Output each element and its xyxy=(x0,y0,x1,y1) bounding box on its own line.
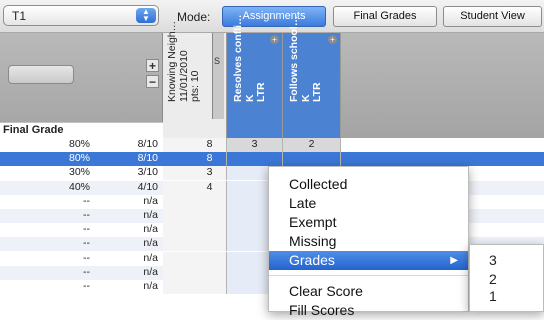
final-grade-fraction: 8/10 xyxy=(137,138,158,150)
menu-separator xyxy=(269,275,468,276)
score-cell[interactable]: 8 xyxy=(163,152,227,167)
final-grade-percent: -- xyxy=(83,280,90,292)
submenu-arrow-icon: ▶ xyxy=(450,255,458,266)
final-grade-percent: 30% xyxy=(68,166,90,179)
final-grade-percent: -- xyxy=(83,194,90,207)
final-grade-fraction: n/a xyxy=(143,280,158,292)
final-grade-percent: -- xyxy=(83,265,90,278)
add-column-icon[interactable]: + xyxy=(270,35,279,44)
final-grade-percent: -- xyxy=(83,251,90,264)
final-grade-percent: 40% xyxy=(68,180,90,193)
score-cell[interactable] xyxy=(163,223,227,238)
final-grade-fraction: n/a xyxy=(143,194,158,207)
final-grade-percent: -- xyxy=(83,209,90,221)
add-column-icon[interactable]: + xyxy=(328,35,337,44)
column-scale: LTR xyxy=(255,81,267,102)
column-points: pts: 10 xyxy=(189,69,201,102)
final-grade-fraction: n/a xyxy=(143,251,158,264)
final-grade-header: Final Grade xyxy=(0,122,163,138)
column-header-text: Knowing Neigh… 11/01/2010 pts: 10 xyxy=(166,20,202,102)
final-grade-fraction: 3/10 xyxy=(137,166,158,179)
final-grade-fraction: n/a xyxy=(143,209,158,221)
score-cell[interactable] xyxy=(163,280,227,294)
context-menu: Collected Late Exempt Missing Grades ▶ C… xyxy=(268,166,469,318)
submenu-item-1[interactable]: 1 xyxy=(470,287,543,306)
score-cell[interactable]: 3 xyxy=(227,138,283,152)
column-header-text: Follows school… K LTR xyxy=(288,15,324,102)
submenu-item-3[interactable]: 3 xyxy=(470,251,543,270)
final-grade-percent: -- xyxy=(83,237,90,250)
slider-label: S xyxy=(214,56,221,66)
score-cell[interactable] xyxy=(163,194,227,209)
column-header-resolves-conflict[interactable]: Resolves confli… K LTR + xyxy=(227,14,283,138)
final-grade-fraction: n/a xyxy=(143,223,158,236)
score-cell[interactable]: 8 xyxy=(163,138,227,152)
mode-final-grades-button[interactable]: Final Grades xyxy=(333,6,437,27)
chevron-updown-icon: ▲ ▼ xyxy=(136,8,156,23)
menu-item-exempt[interactable]: Exempt xyxy=(269,213,468,232)
final-grade-fraction: 8/10 xyxy=(137,152,158,165)
term-select[interactable]: T1 ▲ ▼ xyxy=(3,5,159,26)
score-cell[interactable] xyxy=(163,251,227,266)
mode-student-view-button[interactable]: Student View xyxy=(443,6,542,27)
expand-plus-button[interactable]: + xyxy=(146,59,159,72)
filter-field[interactable] xyxy=(8,65,74,84)
column-title: Resolves confli… xyxy=(232,13,244,102)
menu-item-fill-scores[interactable]: Fill Scores xyxy=(269,301,468,320)
score-cell[interactable] xyxy=(163,209,227,223)
score-cell[interactable] xyxy=(163,265,227,280)
score-cell[interactable]: 4 xyxy=(163,180,227,195)
final-grade-fraction: 4/10 xyxy=(137,180,158,193)
grades-submenu: 3 2 1 xyxy=(469,244,544,312)
menu-item-missing[interactable]: Missing xyxy=(269,232,468,251)
table-row[interactable]: 80% 8/10 8 xyxy=(0,152,544,167)
term-select-value: T1 xyxy=(12,9,27,23)
final-grade-fraction: n/a xyxy=(143,265,158,278)
collapse-minus-button[interactable]: − xyxy=(146,75,159,88)
column-title: Follows school… xyxy=(288,15,300,102)
menu-item-collected[interactable]: Collected xyxy=(269,175,468,194)
menu-item-grades[interactable]: Grades ▶ xyxy=(269,251,468,270)
score-cell[interactable]: 3 xyxy=(163,166,227,181)
score-cell[interactable]: 2 xyxy=(283,138,341,152)
menu-item-label: Grades xyxy=(289,252,335,268)
final-grade-percent: 80% xyxy=(68,152,90,165)
final-grade-fraction: n/a xyxy=(143,237,158,250)
table-row[interactable]: 80% 8/10 8 3 2 xyxy=(0,138,544,152)
menu-item-late[interactable]: Late xyxy=(269,194,468,213)
column-header-follows-school[interactable]: Follows school… K LTR + xyxy=(283,15,341,138)
score-cell[interactable] xyxy=(283,152,341,167)
final-grade-percent: -- xyxy=(83,223,90,236)
final-grade-percent: 80% xyxy=(68,138,90,150)
column-header-text: Resolves confli… K LTR xyxy=(232,13,268,102)
toolbar: T1 ▲ ▼ Mode: Assignments Final Grades Stu… xyxy=(0,0,544,33)
header-empty-area xyxy=(341,33,544,138)
score-cell[interactable] xyxy=(227,152,283,167)
score-cell[interactable] xyxy=(163,237,227,252)
column-scale: LTR xyxy=(311,81,323,102)
column-title: Knowing Neigh… xyxy=(166,20,178,102)
header-scroll-slider[interactable] xyxy=(212,33,224,119)
menu-item-clear-score[interactable]: Clear Score xyxy=(269,282,468,301)
